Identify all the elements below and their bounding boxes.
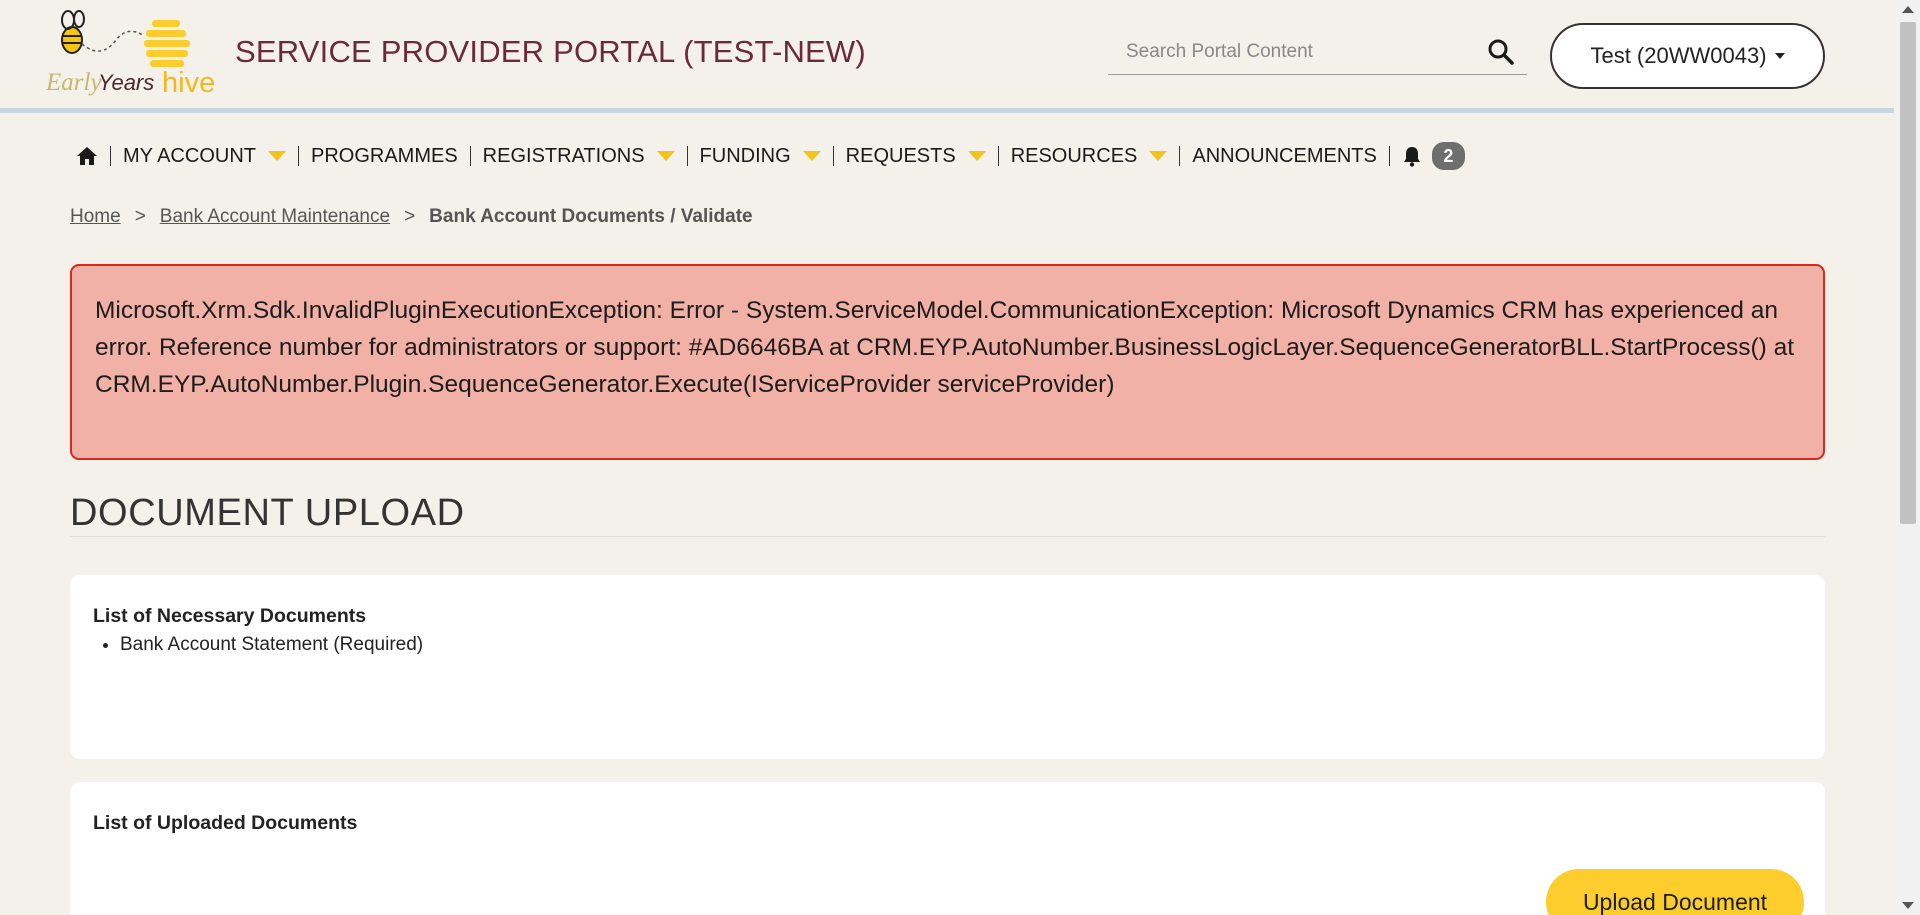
upload-document-button[interactable]: Upload Document xyxy=(1546,869,1804,915)
scrollbar-thumb[interactable] xyxy=(1900,22,1916,524)
vertical-scrollbar[interactable] xyxy=(1896,0,1920,915)
nav-label: ANNOUNCEMENTS xyxy=(1192,144,1377,167)
nav-funding[interactable]: FUNDING xyxy=(700,138,821,174)
nav-label: FUNDING xyxy=(699,144,791,167)
nav-my-account[interactable]: MY ACCOUNT xyxy=(123,138,286,174)
nav-separator xyxy=(686,146,688,166)
nav-separator xyxy=(1388,146,1390,166)
account-menu-button[interactable]: Test (20WW0043) xyxy=(1550,23,1825,89)
nav-label: MY ACCOUNT xyxy=(123,144,256,167)
dropdown-arrow-icon xyxy=(802,151,821,161)
dropdown-arrow-icon xyxy=(267,151,286,161)
nav-separator xyxy=(832,146,834,166)
nav-separator xyxy=(1179,146,1181,166)
portal-title: SERVICE PROVIDER PORTAL (TEST-NEW) xyxy=(235,34,866,69)
uploaded-documents-card: List of Uploaded Documents Upload Docume… xyxy=(70,782,1825,915)
home-icon xyxy=(77,147,97,165)
nav-separator xyxy=(297,146,299,166)
breadcrumb-separator: > xyxy=(134,206,146,227)
necessary-documents-list: Bank Account Statement (Required) xyxy=(120,634,423,656)
nav-programmes[interactable]: PROGRAMMES xyxy=(311,138,458,174)
logo-text-years: Years xyxy=(98,70,154,95)
nav-home[interactable] xyxy=(76,138,98,174)
breadcrumb-bank-account-maintenance-link[interactable]: Bank Account Maintenance xyxy=(160,206,390,228)
nav-notifications[interactable]: 2 xyxy=(1402,138,1465,174)
bell-icon xyxy=(1403,147,1420,167)
uploaded-documents-title: List of Uploaded Documents xyxy=(93,812,358,834)
dropdown-arrow-icon xyxy=(967,151,986,161)
nav-separator xyxy=(110,146,111,166)
necessary-documents-title: List of Necessary Documents xyxy=(93,605,367,627)
dropdown-arrow-icon xyxy=(1149,151,1168,161)
page: Early Years hive SERVICE PROVIDER PORTAL… xyxy=(0,0,1920,915)
caret-down-icon xyxy=(1774,53,1785,59)
nav-label: REQUESTS xyxy=(845,144,956,167)
main-nav: MY ACCOUNT PROGRAMMES REGISTRATIONS FUND… xyxy=(76,138,1465,174)
nav-label: RESOURCES xyxy=(1010,144,1138,167)
nav-label: PROGRAMMES xyxy=(310,144,458,167)
breadcrumb-home-link[interactable]: Home xyxy=(70,206,121,228)
search-box xyxy=(1108,30,1527,75)
breadcrumb-current: Bank Account Documents / Validate xyxy=(429,206,753,227)
account-label: Test (20WW0043) xyxy=(1590,43,1767,68)
logo-text-hive: hive xyxy=(162,67,215,99)
notification-count-badge: 2 xyxy=(1431,142,1465,170)
list-item: Bank Account Statement (Required) xyxy=(120,634,423,656)
error-message: Microsoft.Xrm.Sdk.InvalidPluginExecution… xyxy=(95,297,1795,398)
nav-separator xyxy=(469,146,471,166)
nav-label: REGISTRATIONS xyxy=(482,144,645,167)
error-alert: Microsoft.Xrm.Sdk.InvalidPluginExecution… xyxy=(70,264,1825,460)
scroll-up-arrow-icon[interactable] xyxy=(1902,6,1914,13)
search-icon[interactable] xyxy=(1487,38,1515,66)
nav-requests[interactable]: REQUESTS xyxy=(846,138,986,174)
breadcrumb: Home > Bank Account Maintenance > Bank A… xyxy=(70,206,753,228)
site-header: Early Years hive SERVICE PROVIDER PORTAL… xyxy=(0,0,1894,113)
breadcrumb-separator: > xyxy=(404,206,416,227)
dropdown-arrow-icon xyxy=(656,151,675,161)
section-divider xyxy=(70,536,1825,537)
page-title: DOCUMENT UPLOAD xyxy=(70,492,465,534)
nav-registrations[interactable]: REGISTRATIONS xyxy=(483,138,675,174)
logo-text-early: Early xyxy=(46,69,102,96)
early-years-hive-logo[interactable]: Early Years hive xyxy=(46,10,232,100)
search-input[interactable] xyxy=(1108,30,1478,74)
nav-resources[interactable]: RESOURCES xyxy=(1011,138,1168,174)
nav-announcements[interactable]: ANNOUNCEMENTS xyxy=(1192,138,1376,174)
nav-separator xyxy=(997,146,999,166)
necessary-documents-card: List of Necessary Documents Bank Account… xyxy=(70,575,1825,759)
scroll-down-arrow-icon[interactable] xyxy=(1902,902,1914,909)
